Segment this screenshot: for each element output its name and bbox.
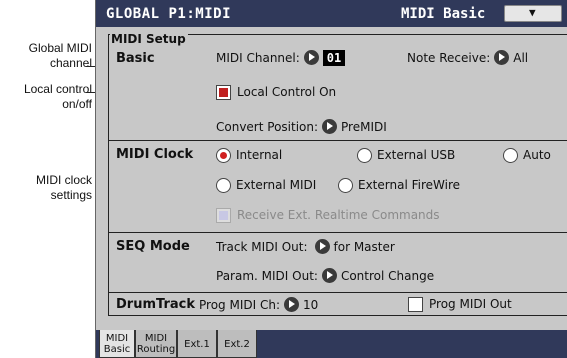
clock-external-usb-radio[interactable] [357,148,372,163]
midi-channel-row: MIDI Channel: 01 [216,50,346,66]
track-midi-out-value[interactable]: for Master [334,240,395,254]
track-midi-out-label: Track MIDI Out: [216,240,308,254]
callout-local-control: Local control on/off [23,82,92,111]
arrow-right-circle-icon[interactable] [494,50,510,65]
tab-label: Basic [103,344,131,355]
arrow-right-circle-icon[interactable] [322,119,338,134]
seq-mode-section-label: SEQ Mode [116,239,190,254]
convert-position-label: Convert Position: [216,120,319,134]
tab-label: Ext.1 [184,339,210,350]
prog-midi-out-checkbox[interactable] [408,297,423,312]
local-control-label: Local Control On [237,85,337,99]
clock-external-firewire-radio[interactable] [338,178,353,193]
drum-track-section-label: DrumTrack [116,297,195,312]
note-receive-label: Note Receive: [407,51,491,65]
tab-ext-1[interactable]: Ext.1 [177,330,217,358]
midi-channel-label: MIDI Channel: [216,51,300,65]
clock-external-midi-label: External MIDI [236,178,317,192]
tab-label: Ext.2 [224,339,250,350]
clock-auto-label: Auto [523,148,551,162]
midi-clock-section: MIDI Clock Internal External USB Auto Ex… [109,141,567,233]
basic-section: Basic MIDI Channel: 01 Note Receive: All L… [109,45,567,141]
clock-external-usb-label: External USB [377,148,456,162]
callout-midi-clock-settings: MIDI clock settings [35,173,92,202]
clock-internal-radio[interactable] [216,148,231,163]
arrow-right-circle-icon[interactable] [303,50,319,65]
receive-ext-realtime-checkbox [216,208,231,223]
page-name: MIDI Basic [401,6,486,22]
convert-position-row: Convert Position: PreMIDI [216,119,387,134]
global-midi-panel: GLOBAL P1:MIDI MIDI Basic ▼ MIDI Setup B… [95,0,567,358]
tab-label: MIDI [105,333,129,344]
tab-label: Routing [136,344,176,355]
receive-ext-realtime-label: Receive Ext. Realtime Commands [237,208,440,222]
basic-section-label: Basic [116,51,155,66]
tab-label: MIDI [144,333,168,344]
arrow-right-circle-icon[interactable] [321,268,337,283]
clock-internal-label: Internal [236,148,283,162]
tab-midi-basic[interactable]: MIDI Basic [99,330,135,358]
prog-midi-ch-row: Prog MIDI Ch: 10 [199,297,318,312]
chevron-down-icon: ▼ [529,6,536,19]
midi-clock-section-label: MIDI Clock [116,147,194,162]
tab-ext-2[interactable]: Ext.2 [217,330,257,358]
arrow-right-circle-icon[interactable] [314,239,330,254]
note-receive-row: Note Receive: All [407,50,528,65]
seq-mode-section: SEQ Mode Track MIDI Out: for Master Param… [109,233,567,293]
page-menu-button[interactable]: ▼ [504,5,562,22]
tab-bar: MIDI Basic MIDI Routing Ext.1 Ext.2 [96,330,567,358]
local-control-checkbox[interactable] [216,85,231,100]
prog-midi-ch-label: Prog MIDI Ch: [199,298,280,312]
clock-auto-radio[interactable] [503,148,518,163]
page-title: GLOBAL P1:MIDI [106,6,232,22]
tab-midi-routing[interactable]: MIDI Routing [135,330,177,358]
convert-position-value[interactable]: PreMIDI [341,120,387,134]
callout-global-midi-channel: Global MIDI channel [28,41,92,70]
title-bar: GLOBAL P1:MIDI MIDI Basic ▼ [96,0,567,27]
prog-midi-out-label: Prog MIDI Out [429,297,512,311]
note-receive-value[interactable]: All [513,51,528,65]
clock-external-firewire-label: External FireWire [358,178,461,192]
param-midi-out-row: Param. MIDI Out: Control Change [216,268,434,283]
clock-external-midi-radio[interactable] [216,178,231,193]
param-midi-out-label: Param. MIDI Out: [216,269,318,283]
drum-track-section: DrumTrack Prog MIDI Ch: 10 Prog MIDI Out [109,293,567,316]
arrow-right-circle-icon[interactable] [283,297,299,312]
track-midi-out-row: Track MIDI Out: for Master [216,239,395,254]
midi-channel-value[interactable]: 01 [322,50,346,66]
param-midi-out-value[interactable]: Control Change [341,269,434,283]
prog-midi-ch-value[interactable]: 10 [303,298,318,312]
